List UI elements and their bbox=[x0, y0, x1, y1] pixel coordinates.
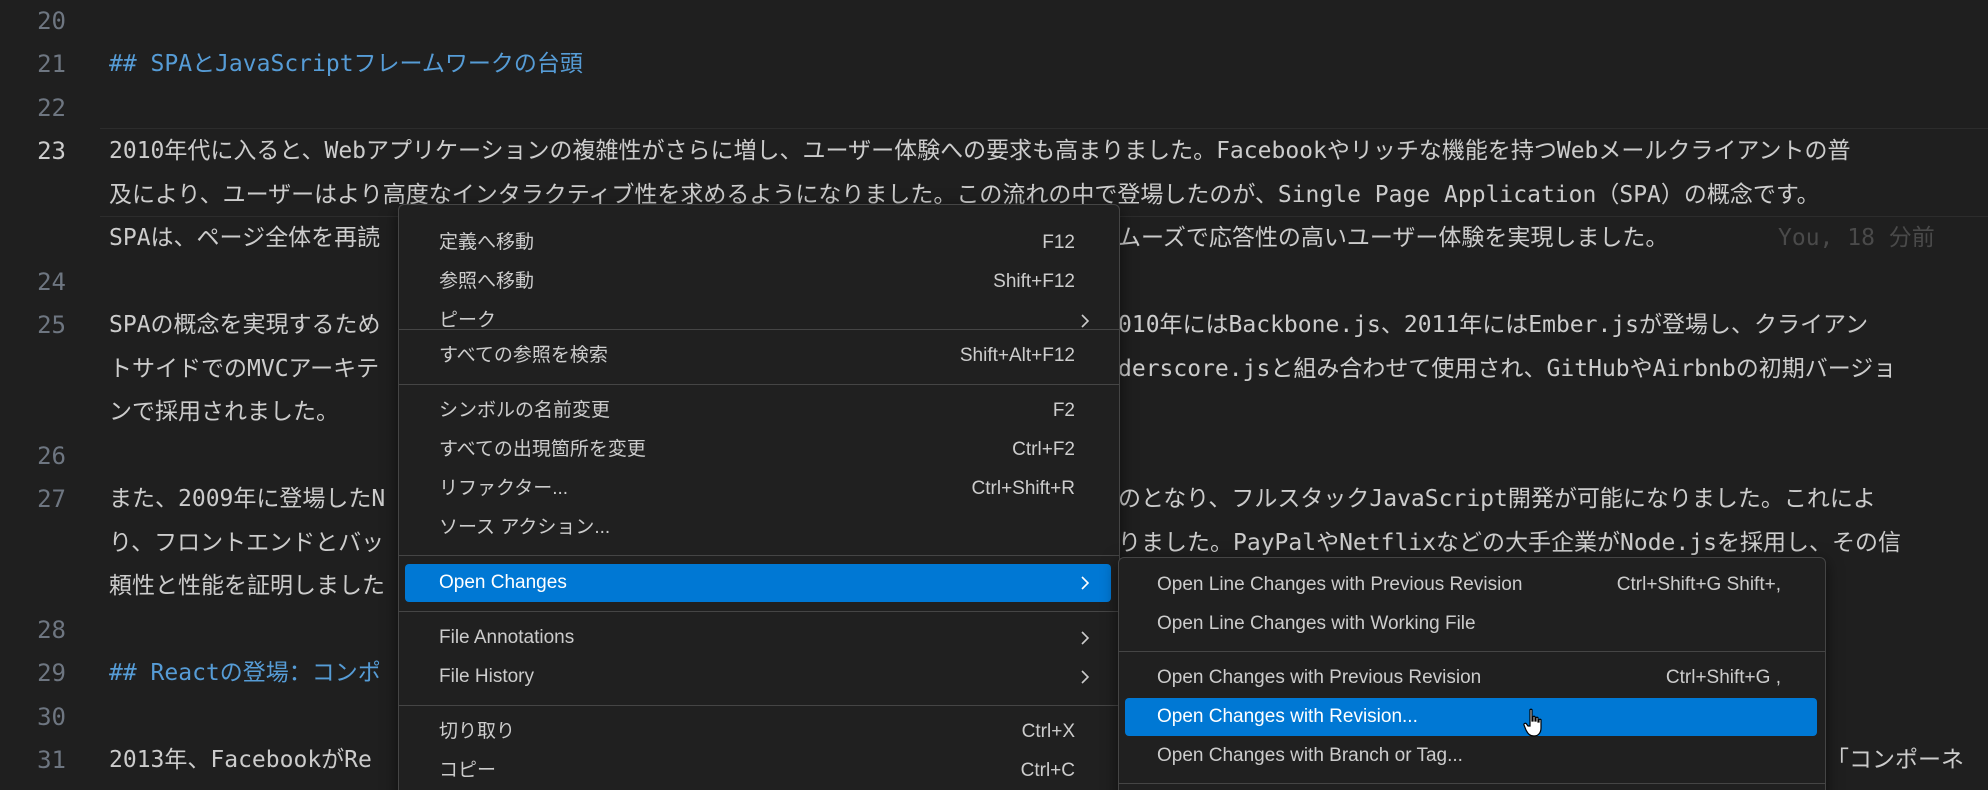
menu-item-file-annotations[interactable]: File Annotations bbox=[405, 619, 1111, 657]
line-text: また、2009年に登場したN bbox=[109, 486, 386, 512]
menu-item-label: 切り取り bbox=[439, 721, 516, 742]
submenu-item-changes-previous[interactable]: Open Changes with Previous Revision Ctrl… bbox=[1125, 659, 1817, 697]
editor-line[interactable]: 20 bbox=[0, 0, 1988, 44]
submenu-item-changes-revision[interactable]: Open Changes with Revision... bbox=[1125, 698, 1817, 736]
line-text: 「コンポーネ bbox=[1826, 747, 1964, 773]
submenu-item-line-changes-previous[interactable]: Open Line Changes with Previous Revision… bbox=[1125, 566, 1817, 604]
menu-item-cut[interactable]: 切り取り Ctrl+X bbox=[405, 713, 1111, 751]
heading-text: ## Reactの登場：コンポ bbox=[109, 660, 381, 686]
menu-item-file-history[interactable]: File History bbox=[405, 658, 1111, 696]
line-text: SPAの概念を実現するため bbox=[109, 312, 381, 338]
menu-item-label: リファクター... bbox=[439, 478, 569, 499]
line-number: 26 bbox=[37, 442, 66, 470]
menu-separator bbox=[1119, 651, 1825, 652]
menu-item-label: Open Changes bbox=[439, 572, 567, 593]
chevron-right-icon bbox=[1081, 670, 1090, 684]
submenu-item-line-changes-working[interactable]: Open Line Changes with Working File bbox=[1125, 605, 1817, 643]
menu-item-go-to-definition[interactable]: 定義へ移動 F12 bbox=[405, 224, 1111, 262]
line-text: り、フロントエンドとバッ bbox=[109, 530, 385, 556]
line-number: 29 bbox=[37, 659, 66, 687]
menu-item-label: Open Changes with Revision... bbox=[1157, 706, 1418, 727]
menu-item-peek[interactable]: ピーク bbox=[405, 302, 1111, 340]
line-number: 25 bbox=[37, 311, 66, 339]
line-number: 28 bbox=[37, 616, 66, 644]
menu-item-source-action[interactable]: ソース アクション... bbox=[405, 509, 1111, 547]
line-number: 31 bbox=[37, 746, 66, 774]
menu-item-label: コピー bbox=[439, 760, 497, 781]
menu-item-copy[interactable]: コピー Ctrl+C bbox=[405, 752, 1111, 790]
menu-item-label: シンボルの名前変更 bbox=[439, 400, 611, 421]
line-number: 20 bbox=[37, 7, 66, 35]
menu-item-refactor[interactable]: リファクター... Ctrl+Shift+R bbox=[405, 470, 1111, 508]
menu-item-shortcut: Shift+F12 bbox=[993, 271, 1075, 292]
context-menu: 定義へ移動 F12 参照へ移動 Shift+F12 ピーク すべての参照を検索 … bbox=[398, 204, 1120, 790]
menu-item-open-changes[interactable]: Open Changes bbox=[405, 564, 1111, 602]
submenu-item-changes-branch-tag[interactable]: Open Changes with Branch or Tag... bbox=[1125, 737, 1817, 775]
line-number: 21 bbox=[37, 50, 66, 78]
menu-separator bbox=[399, 611, 1119, 612]
menu-item-change-all-occurrences[interactable]: すべての出現箇所を変更 Ctrl+F2 bbox=[405, 431, 1111, 469]
chevron-right-icon bbox=[1081, 631, 1090, 645]
line-text: 2010年代に入ると、Webアプリケーションの複雑性がさらに増し、ユーザー体験へ… bbox=[109, 138, 1851, 164]
line-text: ムーズで応答性の高いユーザー体験を実現しました。 bbox=[1118, 225, 1669, 251]
menu-item-go-to-references[interactable]: 参照へ移動 Shift+F12 bbox=[405, 263, 1111, 301]
menu-item-label: ソース アクション... bbox=[439, 517, 611, 538]
menu-item-shortcut: Ctrl+Shift+G Shift+, bbox=[1616, 574, 1781, 595]
menu-item-shortcut: F2 bbox=[1052, 400, 1075, 421]
menu-item-shortcut: Ctrl+X bbox=[1021, 721, 1075, 742]
chevron-right-icon bbox=[1081, 314, 1090, 328]
chevron-right-icon bbox=[1081, 576, 1090, 590]
menu-item-label: すべての参照を検索 bbox=[439, 345, 608, 366]
editor-line[interactable]: 23 2010年代に入ると、Webアプリケーションの複雑性がさらに増し、ユーザー… bbox=[0, 130, 1988, 174]
line-text: 010年にはBackbone.js、2011年にはEmber.jsが登場し、クラ… bbox=[1118, 312, 1869, 338]
menu-separator bbox=[1119, 783, 1825, 784]
menu-item-label: 定義へ移動 bbox=[439, 232, 535, 253]
menu-item-label: Open Changes with Previous Revision bbox=[1157, 667, 1482, 688]
menu-item-shortcut: Ctrl+C bbox=[1020, 760, 1075, 781]
menu-item-find-all-references[interactable]: すべての参照を検索 Shift+Alt+F12 bbox=[405, 337, 1111, 375]
line-text: ンで採用されました。 bbox=[109, 399, 339, 425]
line-text: 頼性と性能を証明しました bbox=[109, 573, 385, 599]
menu-item-label: ピーク bbox=[439, 310, 497, 331]
line-number: 27 bbox=[37, 485, 66, 513]
menu-item-label: File History bbox=[439, 666, 535, 687]
menu-item-label: File Annotations bbox=[439, 627, 575, 648]
menu-item-shortcut: Ctrl+F2 bbox=[1012, 439, 1075, 460]
menu-separator bbox=[399, 705, 1119, 706]
menu-item-shortcut: Shift+Alt+F12 bbox=[959, 345, 1075, 366]
line-number: 22 bbox=[37, 94, 66, 122]
line-text: 2013年、FacebookがRe bbox=[109, 747, 372, 773]
heading-text: ## SPAとJavaScriptフレームワークの台頭 bbox=[109, 51, 583, 77]
menu-separator bbox=[399, 555, 1119, 556]
git-blame-annotation: You, 18 分前 bbox=[1778, 225, 1935, 251]
menu-item-label: Open Line Changes with Previous Revision bbox=[1157, 574, 1523, 595]
menu-item-shortcut: Ctrl+Shift+G , bbox=[1665, 667, 1781, 688]
hand-cursor-icon bbox=[1523, 708, 1542, 737]
menu-item-label: Open Changes with Branch or Tag... bbox=[1157, 745, 1463, 766]
menu-item-rename-symbol[interactable]: シンボルの名前変更 F2 bbox=[405, 392, 1111, 430]
line-text: トサイドでのMVCアーキテ bbox=[109, 356, 380, 382]
menu-separator bbox=[399, 384, 1119, 385]
line-number: 30 bbox=[37, 703, 66, 731]
line-number: 23 bbox=[37, 137, 66, 165]
line-text: のとなり、フルスタックJavaScript開発が可能になりました。これによ bbox=[1118, 486, 1876, 512]
line-text: derscore.jsと組み合わせて使用され、GitHubやAirbnbの初期バ… bbox=[1118, 356, 1897, 382]
editor-line[interactable]: 21 ## SPAとJavaScriptフレームワークの台頭 bbox=[0, 43, 1988, 87]
menu-item-shortcut: F12 bbox=[1042, 232, 1075, 253]
menu-item-label: Open Line Changes with Working File bbox=[1157, 613, 1476, 634]
line-number: 24 bbox=[37, 268, 66, 296]
menu-item-label: すべての出現箇所を変更 bbox=[439, 439, 646, 460]
menu-item-shortcut: Ctrl+Shift+R bbox=[971, 478, 1075, 499]
open-changes-submenu: Open Line Changes with Previous Revision… bbox=[1118, 557, 1826, 790]
line-text: SPAは、ページ全体を再読 bbox=[109, 225, 381, 251]
editor-line[interactable]: 22 bbox=[0, 87, 1988, 131]
menu-item-label: 参照へ移動 bbox=[439, 271, 535, 292]
menu-separator bbox=[399, 329, 1119, 330]
